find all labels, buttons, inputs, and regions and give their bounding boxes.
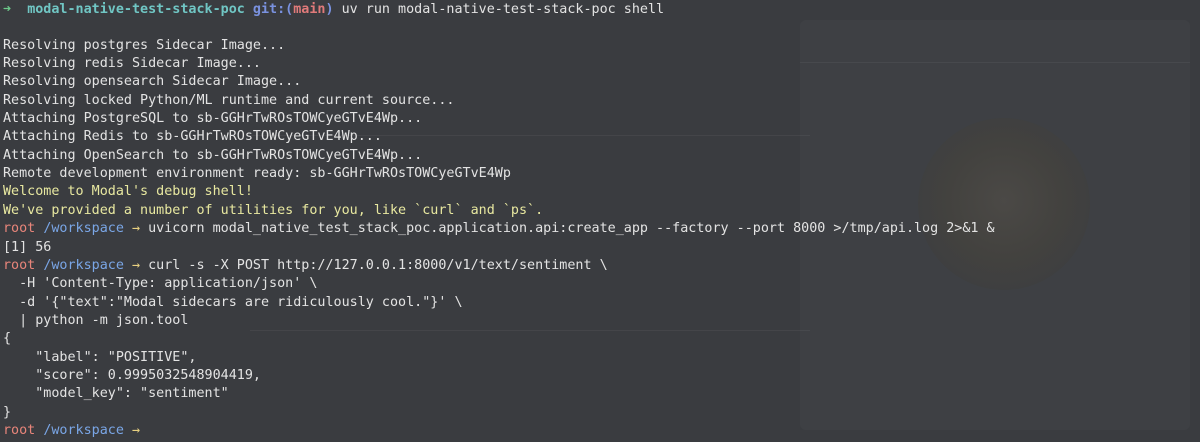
shell-command: uvicorn modal_native_test_stack_poc.appl… — [148, 221, 995, 237]
shell-path: /workspace — [43, 423, 124, 438]
prompt-git-close: ) — [325, 2, 334, 17]
output-line: Resolving postgres Sidecar Image... — [3, 37, 286, 53]
job-line: [1] 56 — [3, 239, 52, 255]
output-line: Resolving opensearch Sidecar Image... — [3, 74, 302, 90]
output-line: Attaching PostgreSQL to sb-GGHrTwROsTOWC… — [3, 111, 423, 127]
terminal-window[interactable]: ➜ modal-native-test-stack-poc git:(main)… — [0, 0, 1200, 442]
prompt-directory: modal-native-test-stack-poc — [27, 2, 245, 17]
prompt-arrow-icon: ➜ — [3, 2, 12, 17]
json-output-line: } — [3, 404, 12, 420]
shell-command: curl -s -X POST http://127.0.0.1:8000/v1… — [148, 257, 608, 273]
prompt-command: uv run modal-native-test-stack-poc shell — [341, 2, 665, 17]
shell-command-line: root /workspace → uvicorn modal_native_t… — [3, 219, 995, 238]
welcome-line: Welcome to Modal's debug shell! — [3, 184, 253, 200]
output-line: Attaching OpenSearch to sb-GGHrTwROsTOWC… — [3, 147, 423, 163]
shell-command-line: root /workspace → curl -s -X POST http:/… — [3, 256, 608, 275]
shell-arrow-icon: → — [132, 423, 141, 438]
shell-user: root — [3, 221, 36, 237]
output-line: Resolving locked Python/ML runtime and c… — [3, 92, 455, 108]
prompt-line: ➜ modal-native-test-stack-poc git:(main)… — [3, 0, 664, 19]
prompt-git-label: git:( — [252, 2, 294, 17]
output-line: Attaching Redis to sb-GGHrTwROsTOWCyeGTv… — [3, 129, 382, 145]
json-output-line: "score": 0.9995032548904419, — [3, 367, 261, 383]
command-continuation: | python -m json.tool — [3, 312, 189, 328]
shell-path: /workspace — [43, 221, 124, 237]
output-line: Remote development environment ready: sb… — [3, 166, 511, 182]
shell-arrow-icon: → — [132, 257, 141, 273]
command-continuation: -H 'Content-Type: application/json' \ — [3, 276, 318, 292]
prompt-branch: main — [293, 2, 326, 17]
shell-path: /workspace — [43, 257, 124, 273]
json-output-line: { — [3, 331, 12, 347]
json-output-line: "model_key": "sentiment" — [3, 386, 229, 402]
shell-user: root — [3, 257, 36, 273]
command-continuation: -d '{"text":"Modal sidecars are ridiculo… — [3, 294, 463, 310]
shell-arrow-icon: → — [132, 221, 141, 237]
welcome-line: We've provided a number of utilities for… — [3, 202, 544, 218]
json-output-line: "label": "POSITIVE", — [3, 349, 197, 365]
current-prompt-line[interactable]: root /workspace → — [3, 421, 140, 440]
output-line: Resolving redis Sidecar Image... — [3, 56, 261, 72]
shell-user: root — [3, 423, 36, 438]
